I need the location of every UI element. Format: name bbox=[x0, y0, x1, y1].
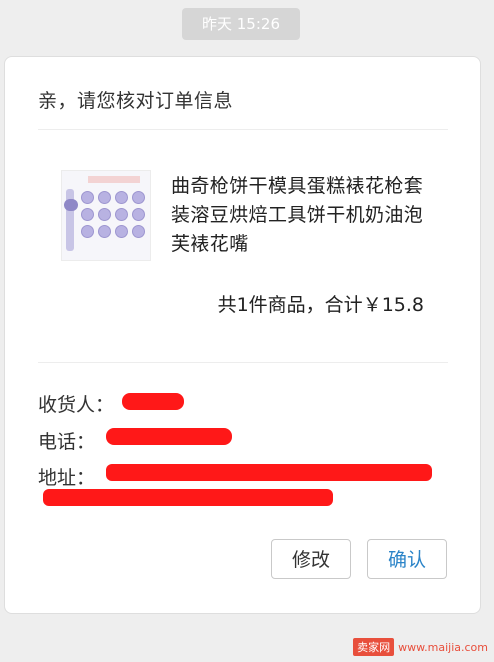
card-title: 亲，请您核对订单信息 bbox=[38, 90, 234, 112]
total-label: 合计 bbox=[324, 294, 363, 316]
divider bbox=[38, 129, 448, 130]
modify-button[interactable]: 修改 bbox=[271, 539, 351, 579]
product-image-tips bbox=[81, 191, 147, 255]
product-image[interactable] bbox=[61, 170, 151, 261]
address-label: 地址： bbox=[38, 467, 96, 489]
piping-tip bbox=[115, 225, 128, 238]
divider bbox=[38, 362, 448, 363]
watermark: 卖家网 www.maijia.com bbox=[353, 638, 488, 656]
recipient-label: 收货人： bbox=[38, 394, 115, 416]
redacted-recipient bbox=[122, 393, 184, 410]
product-image-banner bbox=[88, 176, 140, 183]
redacted-address-line-2 bbox=[43, 489, 333, 506]
piping-tip bbox=[98, 191, 111, 204]
piping-tip bbox=[132, 225, 145, 238]
redacted-phone bbox=[106, 428, 232, 445]
order-confirmation-card: 亲，请您核对订单信息 曲奇枪饼干模具蛋糕裱花枪套装溶豆烘焙工具饼干机奶油泡芙裱花… bbox=[4, 56, 481, 614]
total-price: ￥15.8 bbox=[362, 294, 424, 316]
piping-tip bbox=[81, 208, 94, 221]
phone-label: 电话： bbox=[38, 431, 96, 453]
watermark-logo: 卖家网 bbox=[353, 638, 395, 656]
message-timestamp: 昨天 15:26 bbox=[182, 8, 300, 40]
redacted-address-line-1 bbox=[106, 464, 432, 481]
piping-tip bbox=[81, 191, 94, 204]
piping-tip bbox=[132, 208, 145, 221]
piping-tip bbox=[132, 191, 145, 204]
product-image-gun-head bbox=[64, 199, 78, 211]
piping-tip bbox=[98, 225, 111, 238]
piping-tip bbox=[115, 191, 128, 204]
confirm-button[interactable]: 确认 bbox=[367, 539, 447, 579]
item-count: 共1件商品， bbox=[217, 294, 325, 316]
piping-tip bbox=[98, 208, 111, 221]
piping-tip bbox=[115, 208, 128, 221]
product-name[interactable]: 曲奇枪饼干模具蛋糕裱花枪套装溶豆烘焙工具饼干机奶油泡芙裱花嘴 bbox=[171, 172, 436, 259]
watermark-url: www.maijia.com bbox=[398, 640, 488, 654]
order-summary: 共1件商品，合计￥15.8 bbox=[218, 290, 424, 317]
piping-tip bbox=[81, 225, 94, 238]
